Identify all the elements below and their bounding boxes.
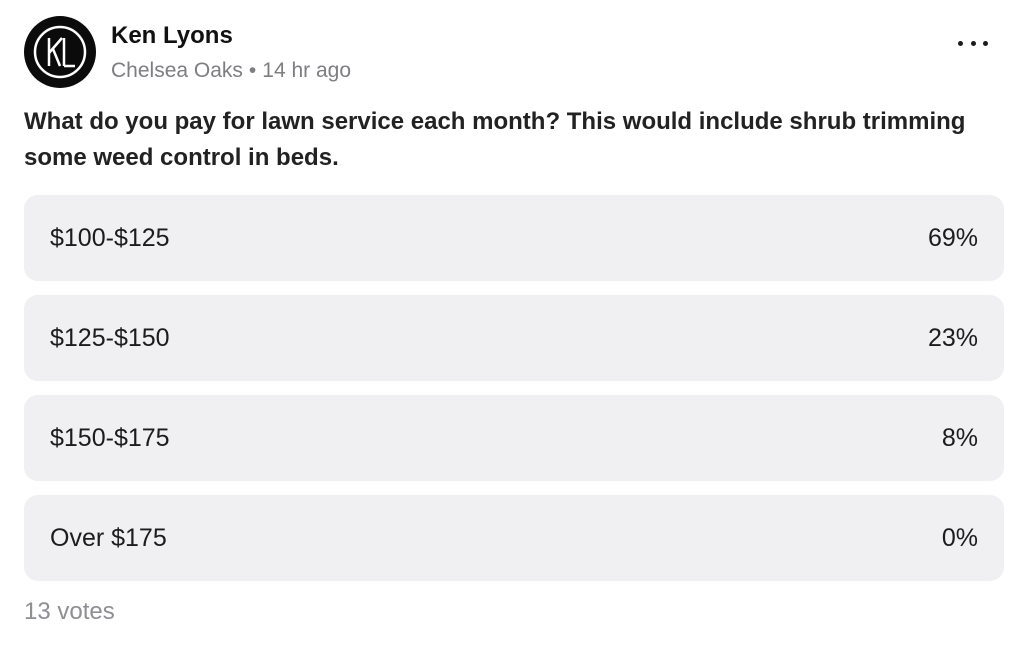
poll-option-percent: 23% [927,324,978,352]
poll-option-percent: 69% [927,224,978,252]
author-name[interactable]: Ken Lyons [111,22,233,50]
poll-question: What do you pay for lawn service each mo… [24,108,966,171]
vote-count: 13 votes [24,598,115,625]
poll-option[interactable]: $100-$125 69% [24,195,1004,281]
poll-option-label: Over $175 [50,524,167,552]
more-options-icon[interactable] [958,33,988,53]
meta-separator: • [248,59,257,82]
poll-option-label: $125-$150 [50,324,170,352]
poll-option-label: $100-$125 [50,224,170,252]
post-meta: Chelsea Oaks • 14 hr ago [111,59,351,83]
poll-option-percent: 8% [941,424,978,452]
post-timestamp: 14 hr ago [262,59,352,82]
poll-post: Ken Lyons Chelsea Oaks • 14 hr ago What do… [0,0,1024,645]
poll-options: $100-$125 69% $125-$150 23% $150-$175 8%… [24,195,1004,595]
poll-option-label: $150-$175 [50,424,170,452]
author-avatar[interactable] [24,16,96,88]
neighborhood-link[interactable]: Chelsea Oaks [111,59,243,82]
poll-option[interactable]: $125-$150 23% [24,295,1004,381]
poll-option[interactable]: Over $175 0% [24,495,1004,581]
poll-option[interactable]: $150-$175 8% [24,395,1004,481]
kl-logo-icon [33,25,87,79]
poll-option-percent: 0% [941,524,978,552]
